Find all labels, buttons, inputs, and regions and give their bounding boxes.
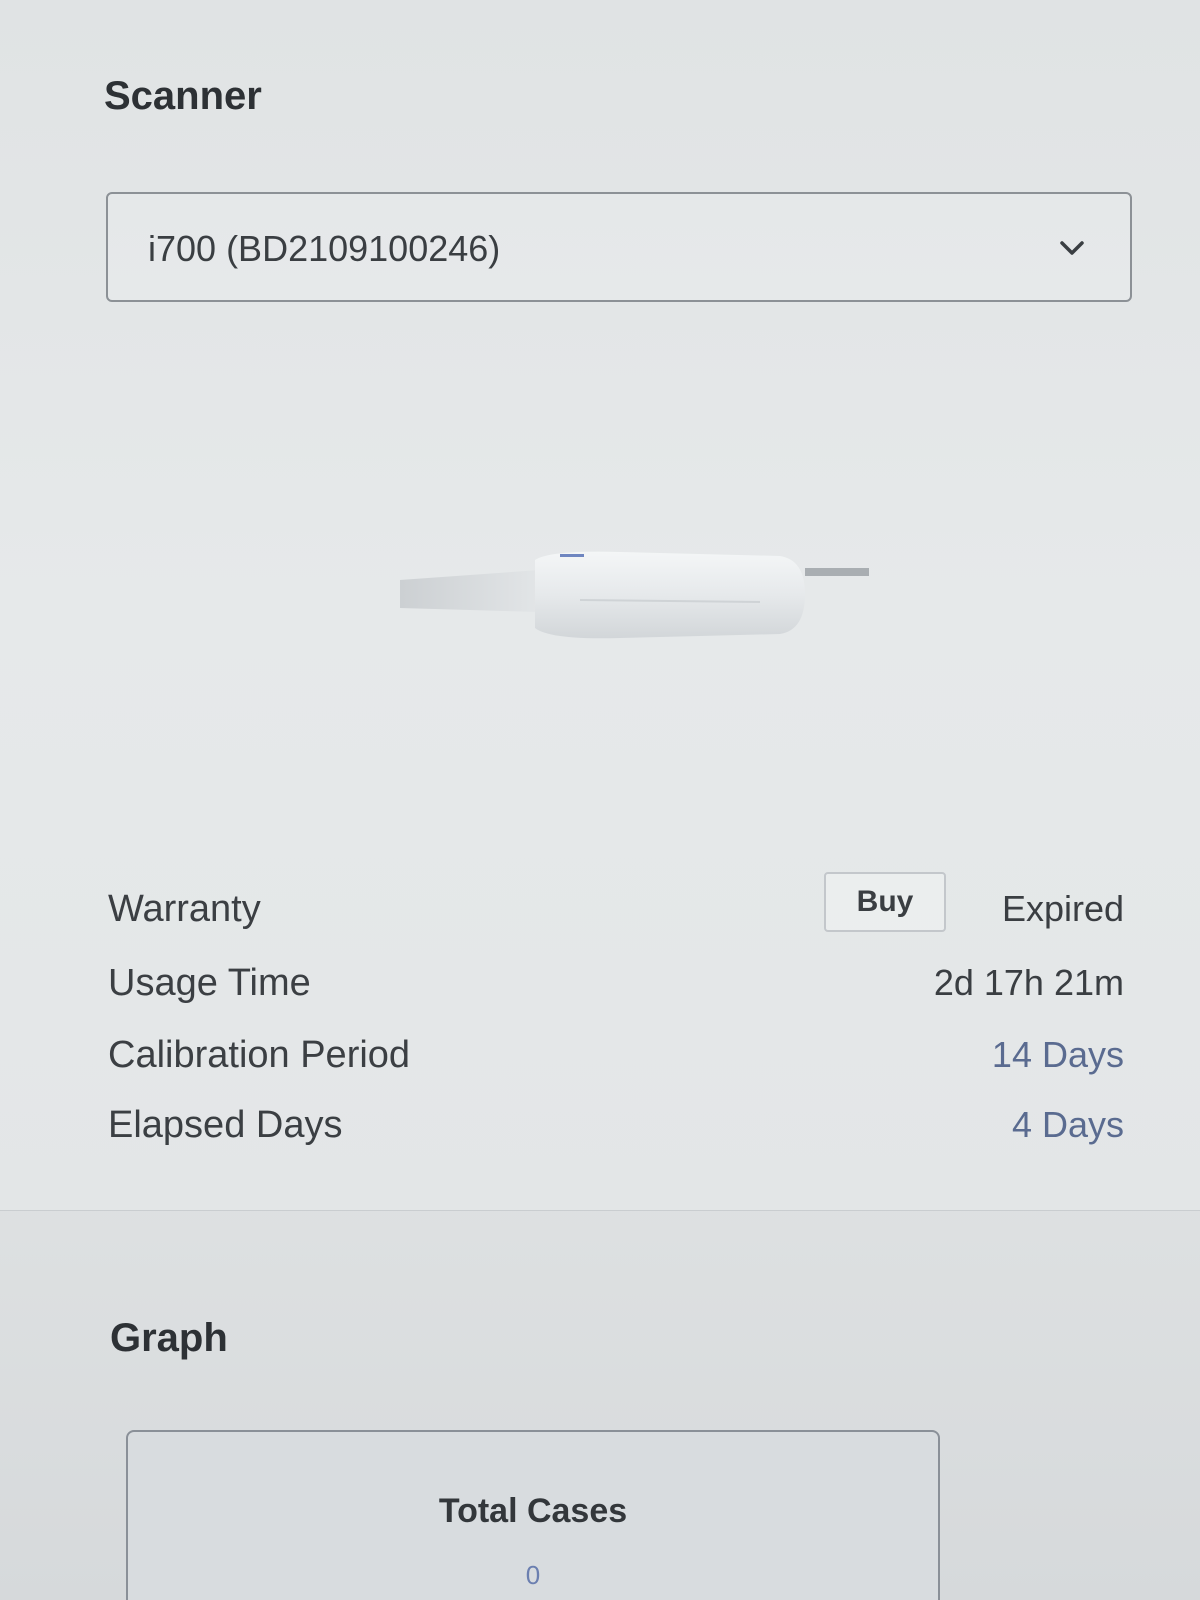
scanner-select-value: i700 (BD2109100246)	[148, 228, 501, 269]
scanner-card: Scanner i700 (BD2109100246) Warranty Buy…	[0, 0, 1200, 1211]
usage-time-value: 2d 17h 21m	[933, 962, 1124, 1003]
page: Scanner i700 (BD2109100246) Warranty Buy…	[0, 0, 1200, 1600]
usage-time-label: Usage Time	[108, 962, 311, 1004]
calibration-period-value: 14 Days	[991, 1034, 1124, 1075]
buy-warranty-button[interactable]: Buy	[824, 872, 946, 932]
elapsed-days-value: 4 Days	[1011, 1104, 1124, 1145]
total-cases-value: 0	[525, 1560, 541, 1590]
calibration-period-label: Calibration Period	[108, 1034, 411, 1076]
calibration-period-row: Calibration Period 14 Days	[108, 1034, 1124, 1094]
elapsed-days-row: Elapsed Days 4 Days	[108, 1104, 1124, 1164]
total-cases-label: Total Cases	[438, 1492, 628, 1530]
usage-time-row: Usage Time 2d 17h 21m	[108, 962, 1124, 1022]
elapsed-days-label: Elapsed Days	[108, 1104, 343, 1146]
warranty-value: Expired	[1001, 888, 1124, 929]
scanner-select-dropdown[interactable]: i700 (BD2109100246)	[106, 192, 1132, 302]
total-cases-card: Total Cases 0	[126, 1430, 940, 1600]
warranty-label: Warranty	[108, 888, 261, 930]
scanner-section-title: Scanner	[104, 74, 262, 118]
warranty-row: Warranty Buy Expired	[108, 872, 1124, 948]
chevron-down-icon	[1060, 241, 1084, 255]
scanner-device-image	[400, 551, 869, 639]
graph-section-title: Graph	[110, 1316, 228, 1360]
